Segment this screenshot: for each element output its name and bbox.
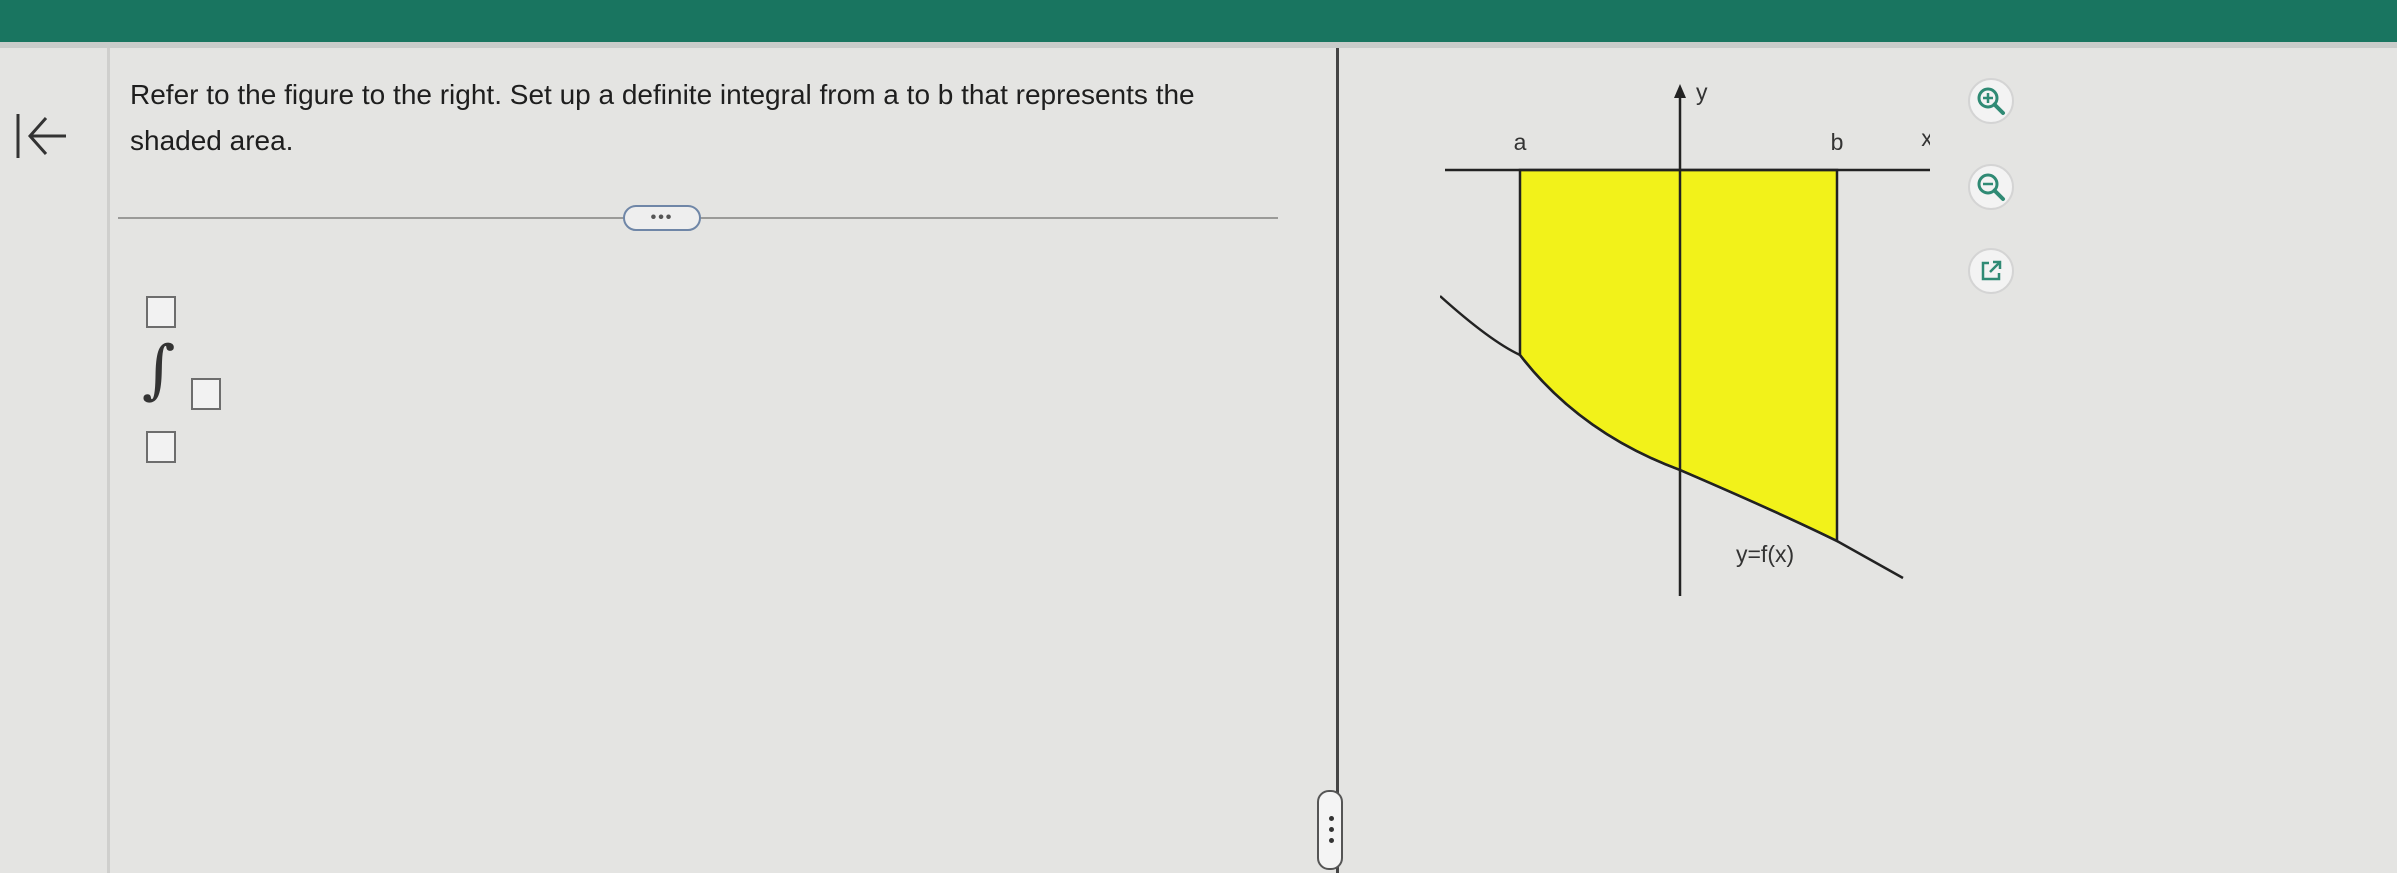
- zoom-out-icon: [1977, 173, 2005, 201]
- shaded-region: [1518, 168, 1839, 544]
- zoom-in-button[interactable]: [1968, 78, 2014, 124]
- upper-limit-input[interactable]: [146, 296, 176, 328]
- zoom-in-icon: [1977, 87, 2005, 115]
- top-bar-shadow: [0, 42, 2397, 48]
- zoom-out-button[interactable]: [1968, 164, 2014, 210]
- lower-limit-input[interactable]: [146, 431, 176, 463]
- left-panel-border: [107, 48, 110, 873]
- label-x: x: [1921, 125, 1930, 151]
- y-axis-arrow: [1674, 84, 1686, 98]
- shaded-area-figure: a b x y y=f(x): [1440, 79, 1930, 596]
- panel-divider: [1336, 48, 1339, 873]
- label-b: b: [1831, 129, 1844, 155]
- label-curve: y=f(x): [1736, 541, 1794, 567]
- top-bar: [0, 0, 2397, 42]
- integral-sign: ∫: [142, 333, 176, 407]
- label-a: a: [1514, 129, 1527, 155]
- show-more-button[interactable]: •••: [623, 205, 701, 231]
- panel-resize-handle[interactable]: [1317, 790, 1343, 870]
- question-text: Refer to the figure to the right. Set up…: [130, 79, 1195, 156]
- label-y: y: [1696, 79, 1708, 105]
- integrand-input[interactable]: [191, 378, 221, 410]
- popout-icon: [1981, 260, 2002, 281]
- arrow-left-bar-icon: [16, 114, 66, 158]
- popout-button[interactable]: [1968, 248, 2014, 294]
- collapse-panel-button[interactable]: [8, 108, 70, 164]
